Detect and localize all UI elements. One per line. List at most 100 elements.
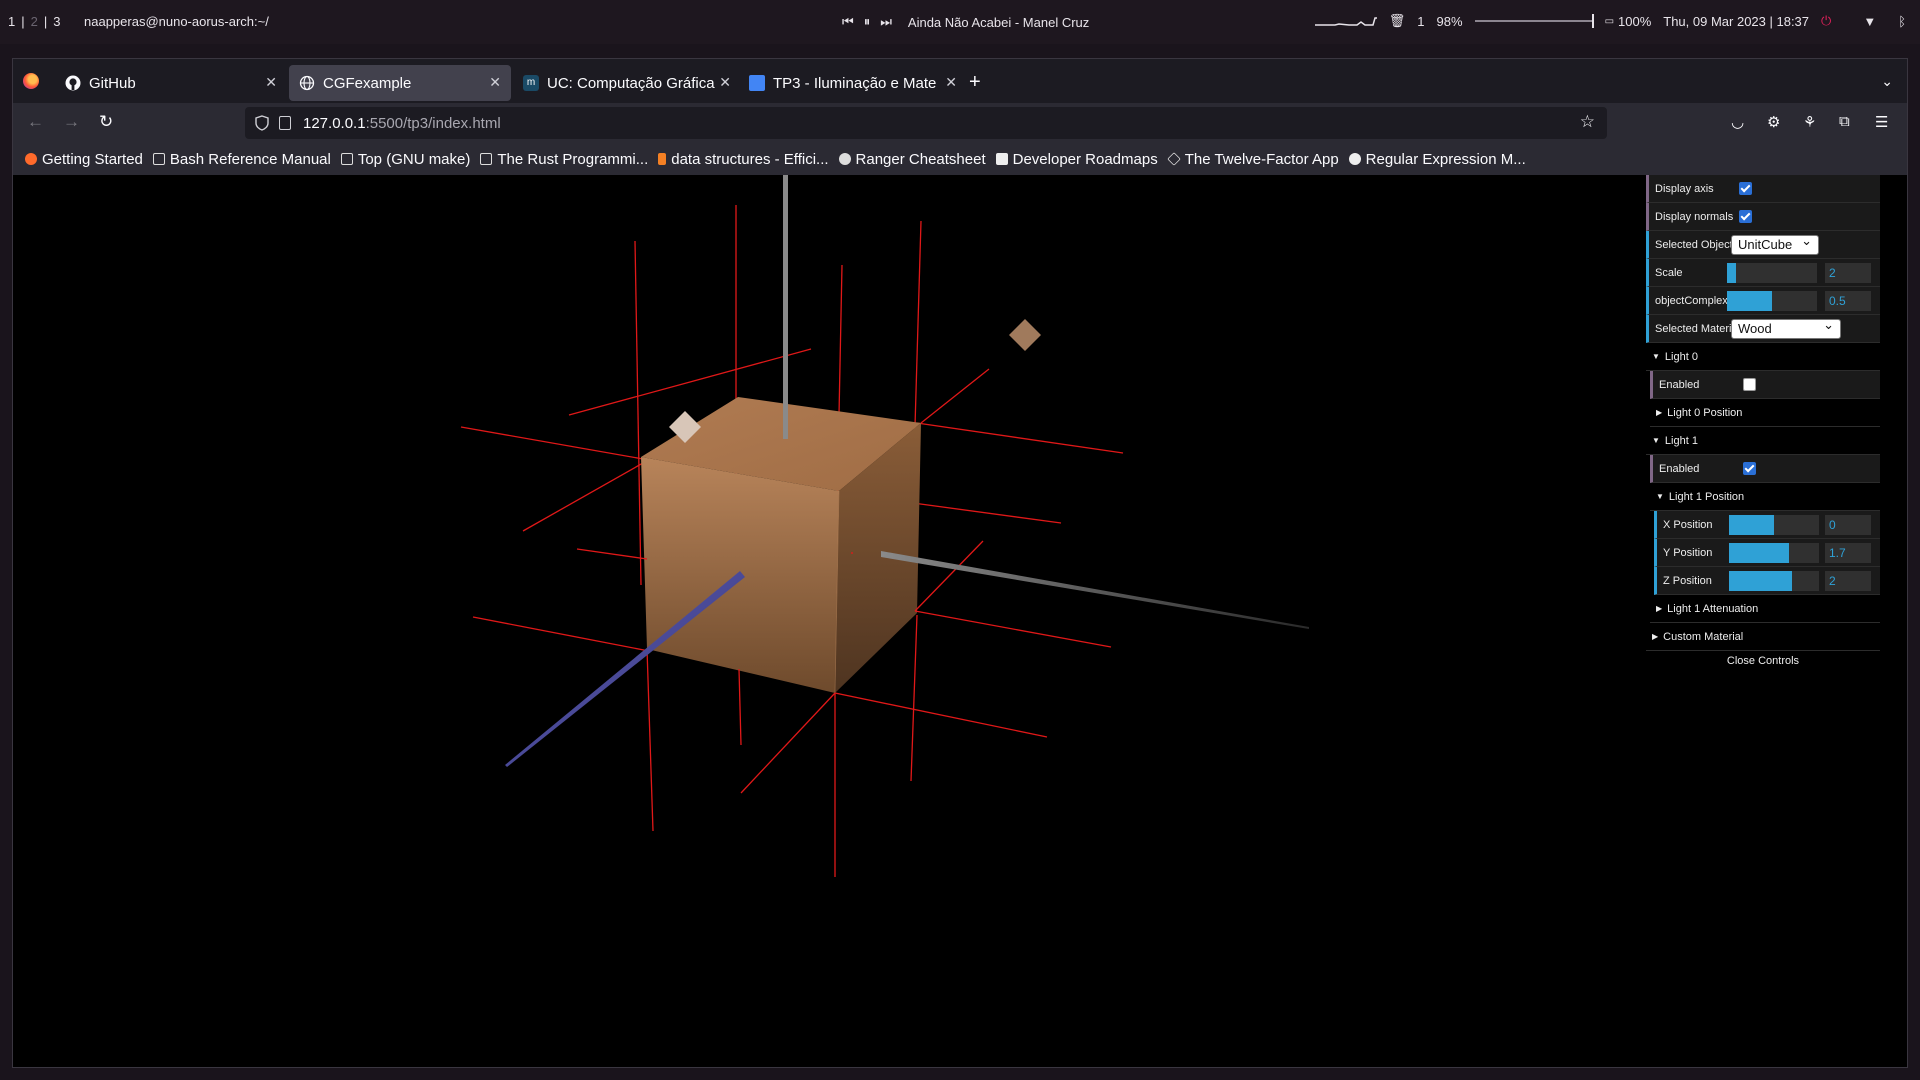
- close-tab-icon[interactable]: ✕: [265, 74, 277, 91]
- z-position-input[interactable]: 2: [1825, 571, 1871, 591]
- light-0-enabled-control: Enabled: [1650, 371, 1880, 399]
- light-1-folder[interactable]: ▼ Light 1: [1646, 427, 1880, 455]
- selected-object-dropdown[interactable]: UnitCube: [1731, 233, 1819, 255]
- y-position-slider[interactable]: [1729, 543, 1819, 563]
- bookmark-ranger-cheatsheet[interactable]: Ranger Cheatsheet: [838, 151, 986, 168]
- z-position-slider[interactable]: [1729, 571, 1819, 591]
- tab-bar: GitHub ✕ CGFexample ✕ m UC: Computação G…: [13, 59, 1907, 103]
- scale-control: Scale 2: [1646, 259, 1880, 287]
- extensions-puzzle-icon[interactable]: ⧉: [1839, 113, 1850, 130]
- tab-tp3[interactable]: TP3 - Iluminação e Mate ✕: [739, 65, 961, 101]
- display-normals-checkbox[interactable]: [1739, 210, 1752, 223]
- selected-material-dropdown[interactable]: Wood: [1731, 317, 1841, 339]
- battery-icon: ▭: [1604, 15, 1615, 27]
- bookmark-rust-book[interactable]: The Rust Programmi...: [480, 151, 648, 168]
- bookmarks-toolbar: Getting Started Bash Reference Manual To…: [13, 143, 1907, 175]
- light-1-enabled-checkbox[interactable]: [1743, 462, 1756, 475]
- firefox-window: GitHub ✕ CGFexample ✕ m UC: Computação G…: [12, 58, 1908, 1068]
- bookmark-gnu-make[interactable]: Top (GNU make): [340, 151, 470, 168]
- x-position-slider[interactable]: [1729, 515, 1819, 535]
- power-icon[interactable]: ⏻: [1821, 13, 1831, 29]
- y-position-input[interactable]: 1.7: [1825, 543, 1871, 563]
- expanded-triangle-icon: ▼: [1656, 492, 1664, 501]
- webgl-canvas-area[interactable]: Display axis Display normals Selected Ob…: [13, 175, 1907, 1067]
- scale-slider[interactable]: [1727, 263, 1817, 283]
- tracking-protection-shield-icon[interactable]: [255, 115, 269, 131]
- light-1-attenuation-folder[interactable]: ▶ Light 1 Attenuation: [1650, 595, 1880, 623]
- extension-gear-icon[interactable]: ⚙: [1767, 113, 1780, 131]
- bookmark-developer-roadmaps[interactable]: Developer Roadmaps: [995, 151, 1158, 168]
- light-1-enabled-control: Enabled: [1650, 455, 1880, 483]
- url-text[interactable]: 127.0.0.1:5500/tp3/index.html: [303, 115, 501, 132]
- bookmark-bash-manual[interactable]: Bash Reference Manual: [152, 151, 331, 168]
- tab-title: UC: Computação Gráfica: [547, 74, 715, 92]
- volume-percent: 98%: [1436, 13, 1463, 29]
- tab-github[interactable]: GitHub ✕: [55, 65, 287, 101]
- extension-icon[interactable]: ⚘: [1803, 113, 1816, 131]
- menu-hamburger-icon[interactable]: ☰: [1875, 113, 1888, 131]
- firefox-view-icon[interactable]: [23, 73, 39, 89]
- light-1-position-folder[interactable]: ▼ Light 1 Position: [1650, 483, 1880, 511]
- globe-icon: [299, 75, 315, 91]
- tab-uc-computacao-grafica[interactable]: m UC: Computação Gráfica ✕: [513, 65, 735, 101]
- forward-icon[interactable]: →: [63, 112, 80, 132]
- now-playing-track: Ainda Não Acabei - Manel Cruz: [907, 14, 1090, 30]
- system-top-bar: 1 | 2 | 3 naapperas@nuno-aorus-arch:~/ ⏮…: [0, 0, 1920, 44]
- bookmark-regex[interactable]: Regular Expression M...: [1348, 151, 1526, 168]
- light-0-enabled-checkbox[interactable]: [1743, 378, 1756, 391]
- media-player: ⏮ ⏸ ⏭ Ainda Não Acabei - Manel Cruz: [842, 14, 1089, 30]
- y-axis: [783, 175, 788, 439]
- display-normals-control: Display normals: [1646, 203, 1880, 231]
- new-tab-button[interactable]: +: [969, 71, 981, 94]
- object-complexity-slider[interactable]: [1727, 291, 1817, 311]
- close-tab-icon[interactable]: ✕: [945, 74, 957, 91]
- tab-title: TP3 - Iluminação e Mate: [773, 74, 937, 92]
- collapsed-triangle-icon: ▶: [1656, 604, 1663, 613]
- close-tab-icon[interactable]: ✕: [489, 74, 501, 91]
- book-icon: [480, 153, 493, 165]
- workspace-indicator[interactable]: 1 | 2 | 3: [8, 14, 60, 29]
- bookmark-getting-started[interactable]: Getting Started: [25, 151, 143, 168]
- google-docs-icon: [749, 75, 765, 91]
- bookmark-star-icon[interactable]: ☆: [1580, 112, 1595, 132]
- close-controls-button[interactable]: Close Controls: [1646, 651, 1880, 671]
- 3d-scene[interactable]: [13, 175, 1633, 1067]
- selected-object-control: Selected Object UnitCube: [1646, 231, 1880, 259]
- bookmark-twelve-factor[interactable]: The Twelve-Factor App: [1166, 151, 1339, 168]
- custom-material-folder[interactable]: ▶ Custom Material: [1646, 623, 1880, 651]
- display-axis-checkbox[interactable]: [1739, 182, 1752, 195]
- url-bar[interactable]: 127.0.0.1:5500/tp3/index.html ☆: [245, 107, 1607, 139]
- previous-track-icon[interactable]: ⏮: [842, 14, 854, 30]
- scale-input[interactable]: 2: [1825, 263, 1871, 283]
- volume-slider[interactable]: [1474, 14, 1594, 28]
- pocket-icon[interactable]: ◡: [1731, 113, 1744, 131]
- collapsed-triangle-icon: ▶: [1656, 408, 1663, 417]
- trash-count: 1: [1417, 13, 1425, 29]
- light-0-position-folder[interactable]: ▶ Light 0 Position: [1650, 399, 1880, 427]
- object-complexity-control: objectComplexity 0.5: [1646, 287, 1880, 315]
- object-complexity-input[interactable]: 0.5: [1825, 291, 1871, 311]
- bookmark-stackoverflow[interactable]: data structures - Effici...: [658, 151, 829, 168]
- workspace-1[interactable]: 1: [8, 14, 15, 29]
- workspace-2[interactable]: 2: [31, 14, 38, 29]
- moodle-icon: m: [523, 75, 539, 91]
- expanded-triangle-icon: ▼: [1652, 436, 1660, 445]
- z-position-slider-fill: [1729, 571, 1792, 591]
- page-info-icon[interactable]: [279, 116, 291, 130]
- pause-icon[interactable]: ⏸: [864, 14, 871, 30]
- x-position-input[interactable]: 0: [1825, 515, 1871, 535]
- light-0-folder[interactable]: ▼ Light 0: [1646, 343, 1880, 371]
- wifi-icon[interactable]: ▼: [1863, 14, 1876, 29]
- workspace-3[interactable]: 3: [53, 14, 60, 29]
- object-complexity-slider-fill: [1727, 291, 1772, 311]
- reload-icon[interactable]: ↻: [99, 112, 113, 132]
- back-icon[interactable]: ←: [27, 112, 44, 132]
- next-track-icon[interactable]: ⏭: [880, 14, 892, 30]
- clock: Thu, 09 Mar 2023 | 18:37: [1663, 13, 1810, 29]
- close-tab-icon[interactable]: ✕: [719, 74, 731, 91]
- expanded-triangle-icon: ▼: [1652, 352, 1660, 361]
- diamond-icon: [1166, 152, 1181, 166]
- bluetooth-icon[interactable]: ᛒ: [1898, 14, 1906, 29]
- tab-cgfexample[interactable]: CGFexample ✕: [289, 65, 511, 101]
- list-all-tabs-icon[interactable]: ⌄: [1881, 73, 1893, 90]
